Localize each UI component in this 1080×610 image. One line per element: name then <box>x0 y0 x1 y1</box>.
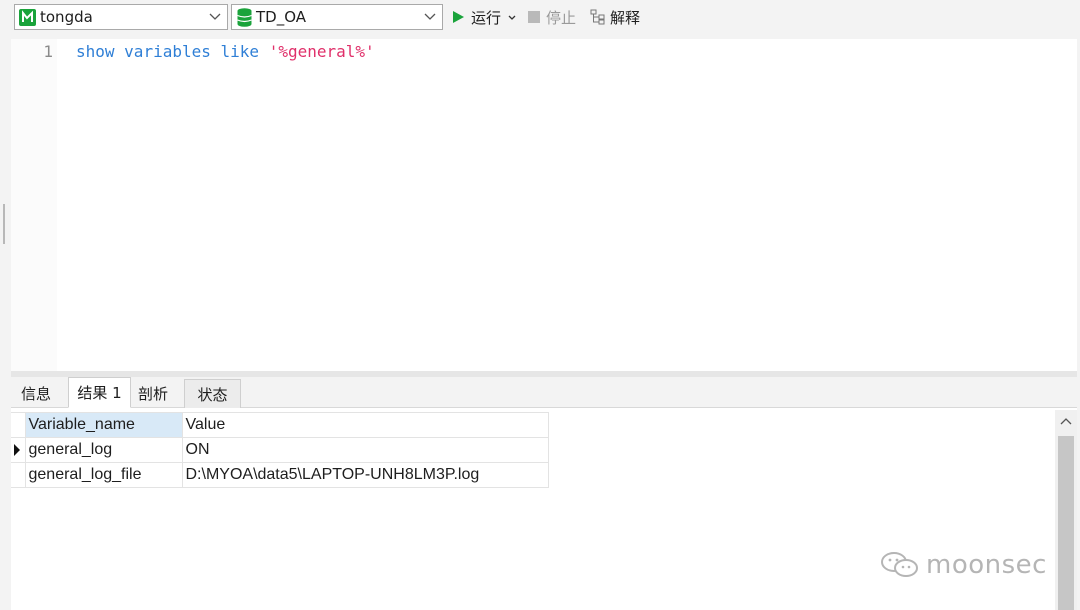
database-icon <box>237 7 252 27</box>
run-button[interactable]: 运行 <box>452 5 516 29</box>
line-gutter: 1 <box>11 39 57 371</box>
result-tabs: 信息 结果 1 剖析 状态 <box>11 377 1077 408</box>
sql-code-line[interactable]: show variables like '%general%' <box>76 42 375 61</box>
column-header-variable-name[interactable]: Variable_name <box>24 412 183 438</box>
row-header-corner[interactable] <box>11 412 26 438</box>
result-grid: Variable_name Value general_log ON gener… <box>11 412 549 488</box>
grid-header-row: Variable_name Value <box>11 412 549 438</box>
tab-label: 剖析 <box>137 385 168 403</box>
stop-label: 停止 <box>546 8 577 27</box>
sql-keyword: like <box>220 42 260 61</box>
toolbar: tongda TD_OA 运行 停止 解释 <box>0 0 1080 36</box>
table-row[interactable]: general_log_file D:\MYOA\data5\LAPTOP-UN… <box>11 462 549 488</box>
connection-select[interactable]: tongda <box>14 4 228 30</box>
explain-icon <box>590 9 605 25</box>
play-icon <box>453 11 464 23</box>
tab-label: 结果 1 <box>77 384 122 402</box>
vertical-scrollbar[interactable] <box>1055 410 1077 610</box>
current-row-arrow-icon <box>14 444 20 456</box>
sql-editor[interactable]: 1 show variables like '%general%' <box>11 39 1077 371</box>
table-cell[interactable]: ON <box>181 437 549 463</box>
explain-button[interactable]: 解释 <box>590 5 640 29</box>
wechat-icon <box>881 552 918 577</box>
scroll-up-icon[interactable] <box>1055 414 1077 430</box>
sql-keyword: show <box>76 42 115 61</box>
run-label: 运行 <box>471 8 502 27</box>
dropdown-arrow-icon[interactable] <box>508 13 516 21</box>
line-number: 1 <box>43 42 53 61</box>
database-label: TD_OA <box>256 8 307 26</box>
tab-profile[interactable]: 剖析 <box>131 379 175 408</box>
table-cell[interactable]: general_log <box>24 437 183 463</box>
column-header-value[interactable]: Value <box>181 412 549 438</box>
database-select[interactable]: TD_OA <box>231 4 443 30</box>
tab-info[interactable]: 信息 <box>11 379 61 408</box>
explain-label: 解释 <box>610 8 641 27</box>
sql-keyword: variables <box>124 42 211 61</box>
table-row[interactable]: general_log ON <box>11 437 549 463</box>
sql-string-literal: '%general%' <box>268 42 375 61</box>
scrollbar-thumb[interactable] <box>1058 436 1074 610</box>
table-cell[interactable]: general_log_file <box>24 462 183 488</box>
stop-icon <box>528 11 540 23</box>
tab-label: 信息 <box>20 385 51 403</box>
stop-button[interactable]: 停止 <box>528 5 576 29</box>
row-indicator[interactable] <box>11 462 26 488</box>
tab-label: 状态 <box>197 385 228 404</box>
tab-status[interactable]: 状态 <box>184 379 241 408</box>
tab-result-1[interactable]: 结果 1 <box>68 377 131 408</box>
row-indicator[interactable] <box>11 437 26 463</box>
table-cell[interactable]: D:\MYOA\data5\LAPTOP-UNH8LM3P.log <box>181 462 549 488</box>
chevron-down-icon[interactable] <box>424 10 436 22</box>
watermark: moonsec <box>880 550 1047 580</box>
watermark-text: moonsec <box>926 550 1047 580</box>
connection-icon <box>19 8 36 26</box>
panel-resize-grip[interactable] <box>3 204 5 244</box>
chevron-down-icon[interactable] <box>209 10 221 22</box>
connection-label: tongda <box>40 8 93 26</box>
